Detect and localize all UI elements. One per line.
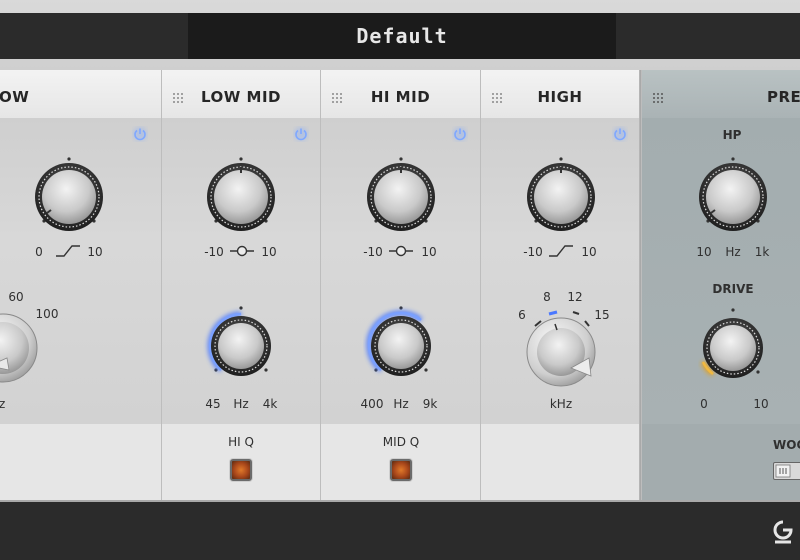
- band-low-panel: OW 0 10 60 100 z: [0, 70, 162, 500]
- mid-q-label: MID Q: [382, 435, 420, 449]
- woo-toggle[interactable]: [773, 462, 800, 480]
- drive-label: DRIVE: [712, 282, 754, 296]
- low-gain-knob[interactable]: [31, 155, 107, 235]
- bottom-bar: [0, 502, 800, 560]
- hp-label: HP: [722, 128, 742, 142]
- low-mid-gain-max: 10: [261, 245, 277, 259]
- hi-mid-gain-max: 10: [421, 245, 437, 259]
- high-freq-knob[interactable]: [519, 306, 603, 390]
- shelf-icon: [549, 245, 573, 257]
- power-icon[interactable]: [612, 126, 628, 142]
- low-scale-min: 0: [35, 245, 43, 259]
- hi-mid-freq-max: 9k: [422, 397, 438, 411]
- high-gain-min: -10: [523, 245, 543, 259]
- hi-q-button[interactable]: [230, 459, 252, 481]
- mid-q-button[interactable]: [390, 459, 412, 481]
- low-freq-tick-60: 60: [8, 290, 24, 304]
- preamp-panel: PREA HP 10 Hz 1k DRIVE 0 10 WOO: [641, 70, 800, 500]
- bell-icon: [230, 245, 254, 257]
- drive-max: 10: [753, 397, 769, 411]
- hi-mid-freq-unit: Hz: [393, 397, 409, 411]
- low-freq-knob[interactable]: [0, 308, 41, 384]
- band-high-title: HIGH: [537, 88, 583, 106]
- high-freq-tick-12: 12: [567, 290, 583, 304]
- low-scale-max: 10: [87, 245, 103, 259]
- low-mid-gain-min: -10: [204, 245, 224, 259]
- top-bar: Default: [0, 0, 800, 70]
- hi-mid-freq-min: 400: [360, 397, 384, 411]
- low-mid-freq-unit: Hz: [233, 397, 249, 411]
- low-mid-gain-knob[interactable]: [203, 155, 279, 235]
- hi-q-label: HI Q: [228, 435, 254, 449]
- band-low-mid-panel: LOW MID -10 10 45 Hz 4k HI Q: [161, 70, 321, 500]
- power-icon[interactable]: [293, 126, 309, 142]
- preset-selector[interactable]: Default: [188, 13, 616, 59]
- hp-max: 1k: [754, 245, 770, 259]
- hi-mid-freq-knob[interactable]: [363, 304, 439, 384]
- brand-logo-icon: [773, 520, 793, 544]
- hp-unit: Hz: [725, 245, 741, 259]
- band-hi-mid-panel: HI MID -10 10 400 Hz 9k MID Q: [320, 70, 481, 500]
- low-mid-freq-min: 45: [205, 397, 221, 411]
- band-high-panel: HIGH -10 10 6 8 12 15 kHz: [480, 70, 640, 500]
- high-gain-max: 10: [581, 245, 597, 259]
- drive-min: 0: [700, 397, 708, 411]
- hi-mid-gain-knob[interactable]: [363, 155, 439, 235]
- band-hi-mid-title: HI MID: [370, 88, 431, 106]
- high-gain-knob[interactable]: [523, 155, 599, 235]
- eq-rack: OW 0 10 60 10 0 z LOW MID -10 10 45 Hz 4k…: [0, 70, 800, 502]
- hp-knob[interactable]: [695, 155, 771, 235]
- power-icon[interactable]: [132, 126, 148, 142]
- hp-min: 10: [696, 245, 712, 259]
- hi-mid-gain-min: -10: [363, 245, 383, 259]
- drag-grip-icon[interactable]: [652, 92, 664, 104]
- low-mid-freq-knob[interactable]: [203, 304, 279, 384]
- power-icon[interactable]: [452, 126, 468, 142]
- band-low-title: OW: [0, 88, 30, 106]
- band-low-mid-title: LOW MID: [200, 88, 281, 106]
- preset-name: Default: [356, 24, 448, 48]
- low-shelf-icon: [56, 245, 80, 257]
- woo-label: WOO: [773, 438, 800, 452]
- low-mid-freq-max: 4k: [262, 397, 278, 411]
- preamp-title: PREA: [767, 88, 800, 106]
- high-freq-unit: kHz: [549, 397, 573, 411]
- low-freq-unit: z: [0, 397, 6, 411]
- bell-icon: [389, 245, 413, 257]
- high-freq-tick-8: 8: [543, 290, 551, 304]
- drive-knob[interactable]: [695, 306, 771, 386]
